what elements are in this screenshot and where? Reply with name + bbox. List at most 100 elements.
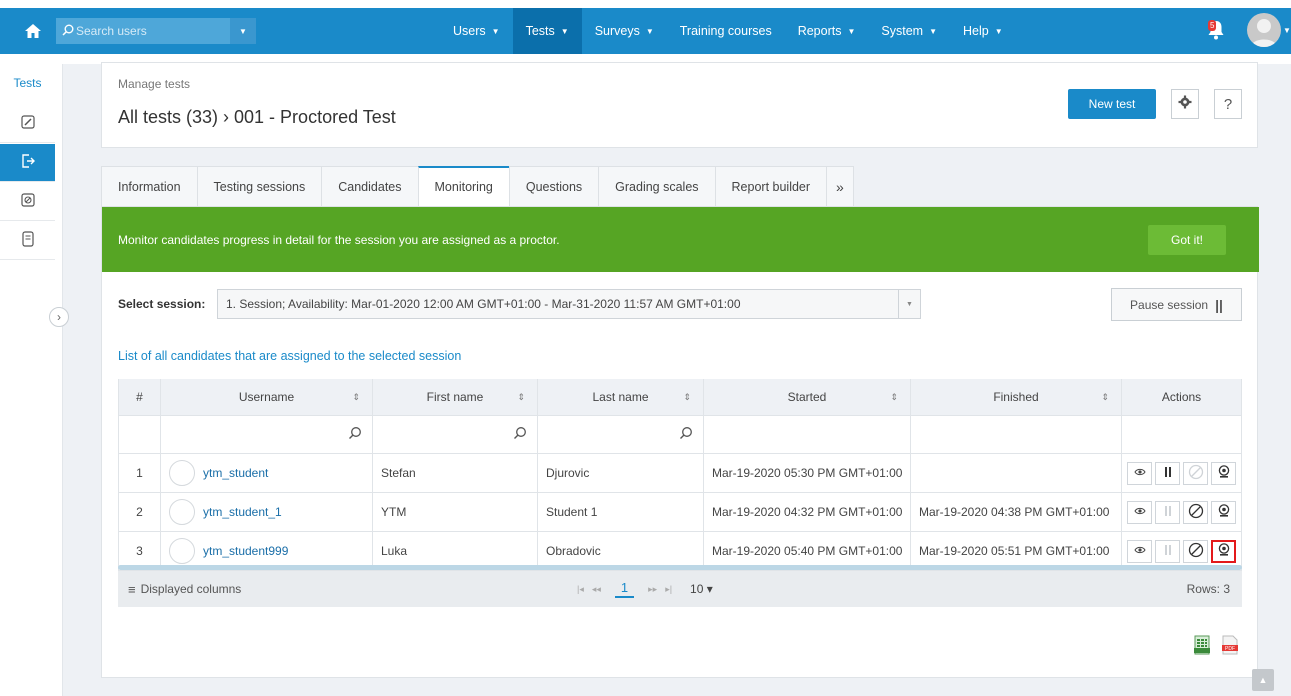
nav-menu-help[interactable]: Help ▼ bbox=[950, 8, 1016, 54]
username-filter[interactable] bbox=[161, 416, 373, 454]
cancel-icon bbox=[1188, 464, 1204, 483]
chevron-right-icon: › bbox=[57, 310, 61, 324]
sidebar-item-edit[interactable] bbox=[0, 105, 55, 143]
select-session-label: Select session: bbox=[118, 297, 206, 311]
filter-cell-empty bbox=[118, 416, 161, 454]
column-header-finished[interactable]: Finished ⇕ bbox=[911, 379, 1122, 416]
displayed-columns-button[interactable]: ≡ Displayed columns bbox=[128, 582, 241, 597]
view-button[interactable] bbox=[1127, 461, 1152, 485]
export-pdf-button[interactable]: PDF bbox=[1220, 635, 1240, 657]
table-footer: ≡ Displayed columns |◂ ◂◂ 1 ▸▸ ▸| 10 ▾ R… bbox=[118, 571, 1242, 607]
prev-page-icon[interactable]: ◂◂ bbox=[592, 584, 601, 595]
sort-icon[interactable]: ⇕ bbox=[683, 392, 691, 403]
pause-session-label: Pause session bbox=[1130, 297, 1209, 312]
sort-icon[interactable]: ⇕ bbox=[517, 392, 525, 403]
tab-monitoring[interactable]: Monitoring bbox=[417, 166, 510, 206]
nav-menu-label: Training courses bbox=[679, 24, 772, 38]
got-it-button[interactable]: Got it! bbox=[1148, 225, 1226, 255]
sidebar-toggle-button[interactable]: › bbox=[49, 307, 69, 327]
cancel-candidate-button[interactable] bbox=[1183, 461, 1208, 485]
horizontal-scrollbar[interactable] bbox=[118, 565, 1242, 570]
sort-icon[interactable]: ⇕ bbox=[352, 392, 360, 403]
table-row: 1 ytm_student Stefan Djurovic Mar-19-2020 05… bbox=[118, 454, 1242, 493]
nav-menu-label: Reports bbox=[797, 24, 842, 38]
last-page-icon[interactable]: ▸| bbox=[665, 584, 672, 595]
column-header-username[interactable]: Username ⇕ bbox=[161, 379, 373, 416]
search-dropdown-button[interactable]: ▼ bbox=[230, 18, 256, 44]
session-select[interactable]: 1. Session; Availability: Mar-01-2020 12… bbox=[217, 289, 921, 319]
webcam-button[interactable] bbox=[1211, 461, 1236, 485]
tab-more[interactable]: » bbox=[826, 166, 854, 206]
search-icon[interactable] bbox=[348, 426, 362, 443]
nav-menu-surveys[interactable]: Surveys ▼ bbox=[582, 8, 667, 54]
tab-candidates[interactable]: Candidates bbox=[321, 166, 419, 206]
tab-grading-scales[interactable]: Grading scales bbox=[598, 166, 716, 206]
actions-cell bbox=[1122, 493, 1242, 532]
pdf-icon: PDF bbox=[1221, 635, 1239, 658]
scroll-to-top-button[interactable]: ▲ bbox=[1252, 669, 1274, 691]
sort-icon[interactable]: ⇕ bbox=[890, 392, 898, 403]
sidebar-item-forbidden[interactable] bbox=[0, 183, 55, 221]
chevron-down-icon[interactable]: ▼ bbox=[898, 290, 920, 318]
user-avatar[interactable] bbox=[1247, 13, 1281, 47]
column-header-first-name[interactable]: First name ⇕ bbox=[373, 379, 538, 416]
eye-icon bbox=[1133, 506, 1146, 518]
webcam-button[interactable] bbox=[1211, 539, 1236, 563]
user-menu-caret[interactable]: ▼ bbox=[1283, 26, 1291, 35]
column-header-started[interactable]: Started ⇕ bbox=[704, 379, 911, 416]
tab-testing-sessions[interactable]: Testing sessions bbox=[196, 166, 323, 206]
webcam-button[interactable] bbox=[1211, 500, 1236, 524]
search-icon[interactable] bbox=[513, 426, 527, 443]
pause-candidate-button[interactable] bbox=[1155, 539, 1180, 563]
sort-icon[interactable]: ⇕ bbox=[1101, 392, 1109, 403]
nav-menu-reports[interactable]: Reports ▼ bbox=[785, 8, 869, 54]
search-users-input[interactable] bbox=[76, 24, 216, 38]
first-name-filter[interactable] bbox=[373, 416, 538, 454]
cancel-candidate-button[interactable] bbox=[1183, 539, 1208, 563]
pause-icon bbox=[1164, 466, 1172, 481]
notifications-button[interactable]: 5 bbox=[1206, 18, 1228, 44]
sidebar-item-document[interactable] bbox=[0, 222, 55, 260]
document-icon bbox=[21, 231, 34, 250]
settings-button[interactable] bbox=[1171, 89, 1199, 119]
breadcrumb-parent[interactable]: Manage tests bbox=[118, 77, 190, 91]
tab-questions[interactable]: Questions bbox=[508, 166, 600, 206]
page-size-select[interactable]: 10 ▾ bbox=[690, 582, 713, 596]
new-test-button[interactable]: New test bbox=[1068, 89, 1156, 119]
cancel-candidate-button[interactable] bbox=[1183, 500, 1208, 524]
pause-candidate-button[interactable] bbox=[1155, 500, 1180, 524]
home-icon[interactable] bbox=[20, 18, 46, 44]
help-button[interactable]: ? bbox=[1214, 89, 1242, 119]
pause-session-button[interactable]: Pause session || bbox=[1111, 288, 1242, 321]
table-row: 2 ytm_student_1 YTM Student 1 Mar-19-2020 04… bbox=[118, 493, 1242, 532]
webcam-icon bbox=[1218, 465, 1230, 481]
top-menu: Users ▼ Tests ▼ Surveys ▼ Training courses Repo… bbox=[440, 8, 1016, 54]
chevron-down-icon: ▼ bbox=[560, 26, 569, 36]
nav-menu-training-courses[interactable]: Training courses bbox=[667, 8, 785, 54]
sidebar-title: Tests bbox=[13, 76, 42, 90]
username-cell: ytm_student bbox=[161, 454, 373, 493]
view-button[interactable] bbox=[1127, 500, 1152, 524]
username-link[interactable]: ytm_student bbox=[203, 466, 268, 480]
last-name-filter[interactable] bbox=[538, 416, 704, 454]
first-page-icon[interactable]: |◂ bbox=[577, 584, 584, 595]
column-header-last-name[interactable]: Last name ⇕ bbox=[538, 379, 704, 416]
pause-candidate-button[interactable] bbox=[1155, 461, 1180, 485]
nav-menu-system[interactable]: System ▼ bbox=[868, 8, 950, 54]
eye-icon bbox=[1133, 545, 1146, 557]
nav-menu-label: Tests bbox=[525, 24, 555, 38]
pause-icon: || bbox=[1215, 296, 1223, 313]
username-link[interactable]: ytm_student_1 bbox=[203, 505, 282, 519]
nav-menu-tests[interactable]: Tests ▼ bbox=[512, 8, 582, 54]
nav-menu-users[interactable]: Users ▼ bbox=[440, 8, 513, 54]
username-link[interactable]: ytm_student999 bbox=[203, 544, 288, 558]
sidebar-item-monitoring[interactable] bbox=[0, 144, 55, 182]
search-icon[interactable] bbox=[679, 426, 693, 443]
view-button[interactable] bbox=[1127, 539, 1152, 563]
tab-information[interactable]: Information bbox=[101, 166, 198, 206]
next-page-icon[interactable]: ▸▸ bbox=[648, 584, 657, 595]
table-header-row: # Username ⇕ First name ⇕ Last name ⇕ Start… bbox=[118, 379, 1242, 416]
export-xls-button[interactable] bbox=[1192, 635, 1212, 657]
current-page[interactable]: 1 bbox=[614, 580, 635, 598]
tab-report-builder[interactable]: Report builder bbox=[714, 166, 828, 206]
